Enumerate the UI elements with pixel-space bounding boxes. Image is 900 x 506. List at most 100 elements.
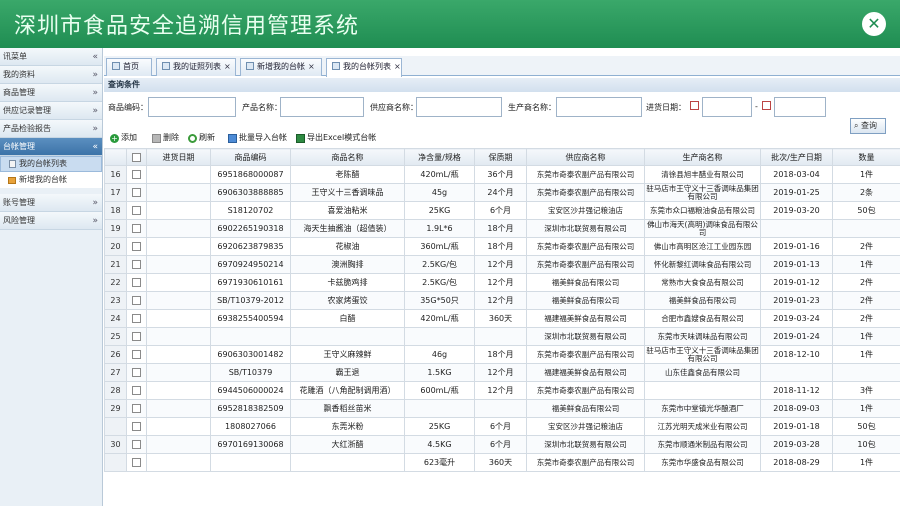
cell-spec: 1.5KG bbox=[404, 363, 475, 382]
cell-supplier: 东莞市奇泰农副产品有限公司 bbox=[526, 255, 645, 274]
table-row[interactable]: 1808027066 东莞米粉 25KG 6个月 宝安区沙井强记粮油店 江苏光明天成米业有… bbox=[104, 417, 900, 436]
row-checkbox[interactable] bbox=[132, 296, 141, 305]
tab-icon bbox=[332, 62, 340, 70]
row-checkbox[interactable] bbox=[132, 242, 141, 251]
row-number: 22 bbox=[104, 273, 127, 292]
delete-button[interactable]: 删除 bbox=[152, 130, 179, 146]
row-checkbox[interactable] bbox=[132, 332, 141, 341]
row-checkbox[interactable] bbox=[132, 422, 141, 431]
cell-name: 花椒油 bbox=[290, 237, 405, 256]
cell-batch: 2019-01-25 bbox=[760, 183, 833, 202]
table-row[interactable]: 25 深圳市北联贸易有限公司 东莞市天味调味品有限公司 2019-01-24 1件 bbox=[104, 327, 900, 346]
row-checkbox-cell bbox=[126, 183, 147, 202]
sidebar-item[interactable]: 我的资料 » bbox=[0, 66, 102, 84]
cell-date bbox=[146, 435, 211, 454]
sidebar-subitem-label: 我的台帐列表 bbox=[19, 159, 67, 168]
sidebar-item[interactable]: 讯菜单 « bbox=[0, 48, 102, 66]
cell-name: 王守义十三香调味品 bbox=[290, 183, 405, 202]
close-icon[interactable]: ✕ bbox=[862, 12, 886, 36]
table-row[interactable]: 623毫升 360天 东莞市奇泰农副产品有限公司 东莞市华盛食品有限公司 2018-08… bbox=[104, 453, 900, 472]
calendar-icon[interactable] bbox=[762, 101, 771, 110]
add-icon: + bbox=[110, 133, 119, 143]
sidebar-item[interactable]: 风险管理 » bbox=[0, 212, 102, 230]
cell-spec: 4.5KG bbox=[404, 435, 475, 454]
row-checkbox[interactable] bbox=[132, 368, 141, 377]
cell-code: 6906303888885 bbox=[210, 183, 291, 202]
row-number: 19 bbox=[104, 219, 127, 238]
sidebar-item[interactable]: 账号管理 » bbox=[0, 194, 102, 212]
sidebar-item[interactable]: 产品检验报告 » bbox=[0, 120, 102, 138]
product-code-label: 商品编码： bbox=[108, 103, 148, 112]
table-row[interactable]: 24 6938255400594 白醋 420mL/瓶 360天 福建福美鲜食品有限公司合… bbox=[104, 309, 900, 328]
column-header: 商品名称 bbox=[290, 148, 405, 166]
cell-code: 6920623879835 bbox=[210, 237, 291, 256]
supplier-input[interactable] bbox=[416, 97, 502, 117]
sidebar-subitem[interactable]: 我的台帐列表 bbox=[0, 156, 102, 172]
cell-qty bbox=[832, 363, 900, 382]
table-row[interactable]: 29 6952818382509 飘香稻丝苗米 福美鲜食品有限公司 东莞市中堂镇光华酿酒… bbox=[104, 399, 900, 418]
table-row[interactable]: 22 6971930610161 卡兹脆鸡排 2.5KG/包 12个月 福美鲜食品有限公司… bbox=[104, 273, 900, 292]
add-button[interactable]: + 添加 bbox=[110, 130, 137, 146]
table-row[interactable]: 28 6944506000024 花雕酒（八角配制调用酒） 600mL/瓶 12个月 东莞… bbox=[104, 381, 900, 400]
row-checkbox[interactable] bbox=[132, 386, 141, 395]
table-row[interactable]: 17 6906303888885 王守义十三香调味品 45g 24个月 东莞市奇泰农副产品… bbox=[104, 183, 900, 202]
row-checkbox[interactable] bbox=[132, 314, 141, 323]
column-header: 供应商名称 bbox=[526, 148, 645, 166]
table-row[interactable]: 26 6906303001482 王守义麻辣鲜 46g 18个月 东莞市奇泰农副产品有限公… bbox=[104, 345, 900, 364]
cell-supplier: 东莞市奇泰农副产品有限公司 bbox=[526, 345, 645, 364]
tab[interactable]: 新增我的台帐 × bbox=[240, 58, 322, 76]
table-row[interactable]: 16 6951868000087 老陈醋 420mL/瓶 36个月 东莞市奇泰农副产品有限… bbox=[104, 165, 900, 184]
export-excel-button[interactable]: 导出Excel模式台帐 bbox=[296, 130, 376, 146]
row-checkbox[interactable] bbox=[132, 188, 141, 197]
tab[interactable]: 首页 bbox=[106, 58, 152, 76]
table-row[interactable]: 18 S18120702 喜爱油粘米 25KG 6个月 宝安区沙井强记粮油店 东莞市众口福粮… bbox=[104, 201, 900, 220]
refresh-button[interactable]: 刷新 bbox=[188, 130, 215, 146]
cell-supplier: 福美鲜食品有限公司 bbox=[526, 273, 645, 292]
row-checkbox-cell bbox=[126, 291, 147, 310]
toolbar: + 添加 删除 刷新 批量导入台帐 导出Excel模式台帐 bbox=[104, 130, 900, 146]
tab[interactable]: 我的证照列表 × bbox=[156, 58, 236, 76]
table-row[interactable]: 19 6902265190318 海天生抽酱油（超值装） 1.9L*6 18个月 深圳市北… bbox=[104, 219, 900, 238]
row-checkbox[interactable] bbox=[132, 350, 141, 359]
close-tab-icon[interactable]: × bbox=[394, 62, 401, 71]
row-checkbox[interactable] bbox=[132, 278, 141, 287]
sidebar-item[interactable]: 商品管理 » bbox=[0, 84, 102, 102]
row-checkbox[interactable] bbox=[132, 260, 141, 269]
cell-maker: 驻马店市王守义十三香调味品集团有限公司 bbox=[644, 345, 761, 364]
close-tab-icon[interactable]: × bbox=[224, 62, 231, 71]
column-header: 数量 bbox=[832, 148, 900, 166]
tab[interactable]: 我的台帐列表 × bbox=[326, 58, 402, 77]
cell-shelf: 18个月 bbox=[474, 219, 527, 238]
table-row[interactable]: 23 SB/T10379-2012 农家烤蛋饺 35G*50只 12个月 福美鲜食品有限公… bbox=[104, 291, 900, 310]
product-code-input[interactable] bbox=[148, 97, 236, 117]
row-checkbox[interactable] bbox=[132, 224, 141, 233]
cell-maker: 驻马店市王守义十三香调味品集团有限公司 bbox=[644, 183, 761, 202]
date-to-input[interactable] bbox=[774, 97, 826, 117]
sidebar-item[interactable]: 台帐管理 « bbox=[0, 138, 102, 156]
sidebar-subitem[interactable]: 新增我的台帐 bbox=[0, 172, 102, 188]
cell-name: 喜爱油粘米 bbox=[290, 201, 405, 220]
table-row[interactable]: 30 6970169130068 大红浙醋 4.5KG 6个月 深圳市北联贸易有限公司 东莞… bbox=[104, 435, 900, 454]
row-checkbox[interactable] bbox=[132, 458, 141, 467]
date-from-input[interactable] bbox=[702, 97, 752, 117]
table-row[interactable]: 21 6970924950214 澳洲胸排 2.5KG/包 12个月 东莞市奇泰农副产品有… bbox=[104, 255, 900, 274]
calendar-icon[interactable] bbox=[690, 101, 699, 110]
manufacturer-input[interactable] bbox=[556, 97, 642, 117]
row-checkbox[interactable] bbox=[132, 404, 141, 413]
row-checkbox[interactable] bbox=[132, 206, 141, 215]
cell-qty: 2件 bbox=[832, 291, 900, 310]
row-checkbox[interactable] bbox=[132, 170, 141, 179]
sidebar-item[interactable]: 供应记录管理 » bbox=[0, 102, 102, 120]
table-row[interactable]: 20 6920623879835 花椒油 360mL/瓶 18个月 东莞市奇泰农副产品有限… bbox=[104, 237, 900, 256]
select-all-checkbox[interactable] bbox=[132, 152, 141, 162]
table-row[interactable]: 27 SB/T10379 霸王退 1.5KG 12个月 福建福美鲜食品有限公司 山东佳鑫食品… bbox=[104, 363, 900, 382]
sidebar-item-label: 我的资料 bbox=[3, 70, 35, 79]
close-tab-icon[interactable]: × bbox=[308, 62, 315, 71]
column-header bbox=[126, 148, 147, 166]
row-checkbox[interactable] bbox=[132, 440, 141, 449]
tab-label: 我的台帐列表 bbox=[343, 62, 391, 71]
product-name-input[interactable] bbox=[280, 97, 364, 117]
table-header: 进货日期 商品编码 商品名称 净含量/规格 保质期 供应商名称 生产商名称 批次/生产日期 数量 bbox=[104, 148, 900, 166]
batch-import-button[interactable]: 批量导入台帐 bbox=[228, 130, 287, 146]
column-header: 批次/生产日期 bbox=[760, 148, 833, 166]
